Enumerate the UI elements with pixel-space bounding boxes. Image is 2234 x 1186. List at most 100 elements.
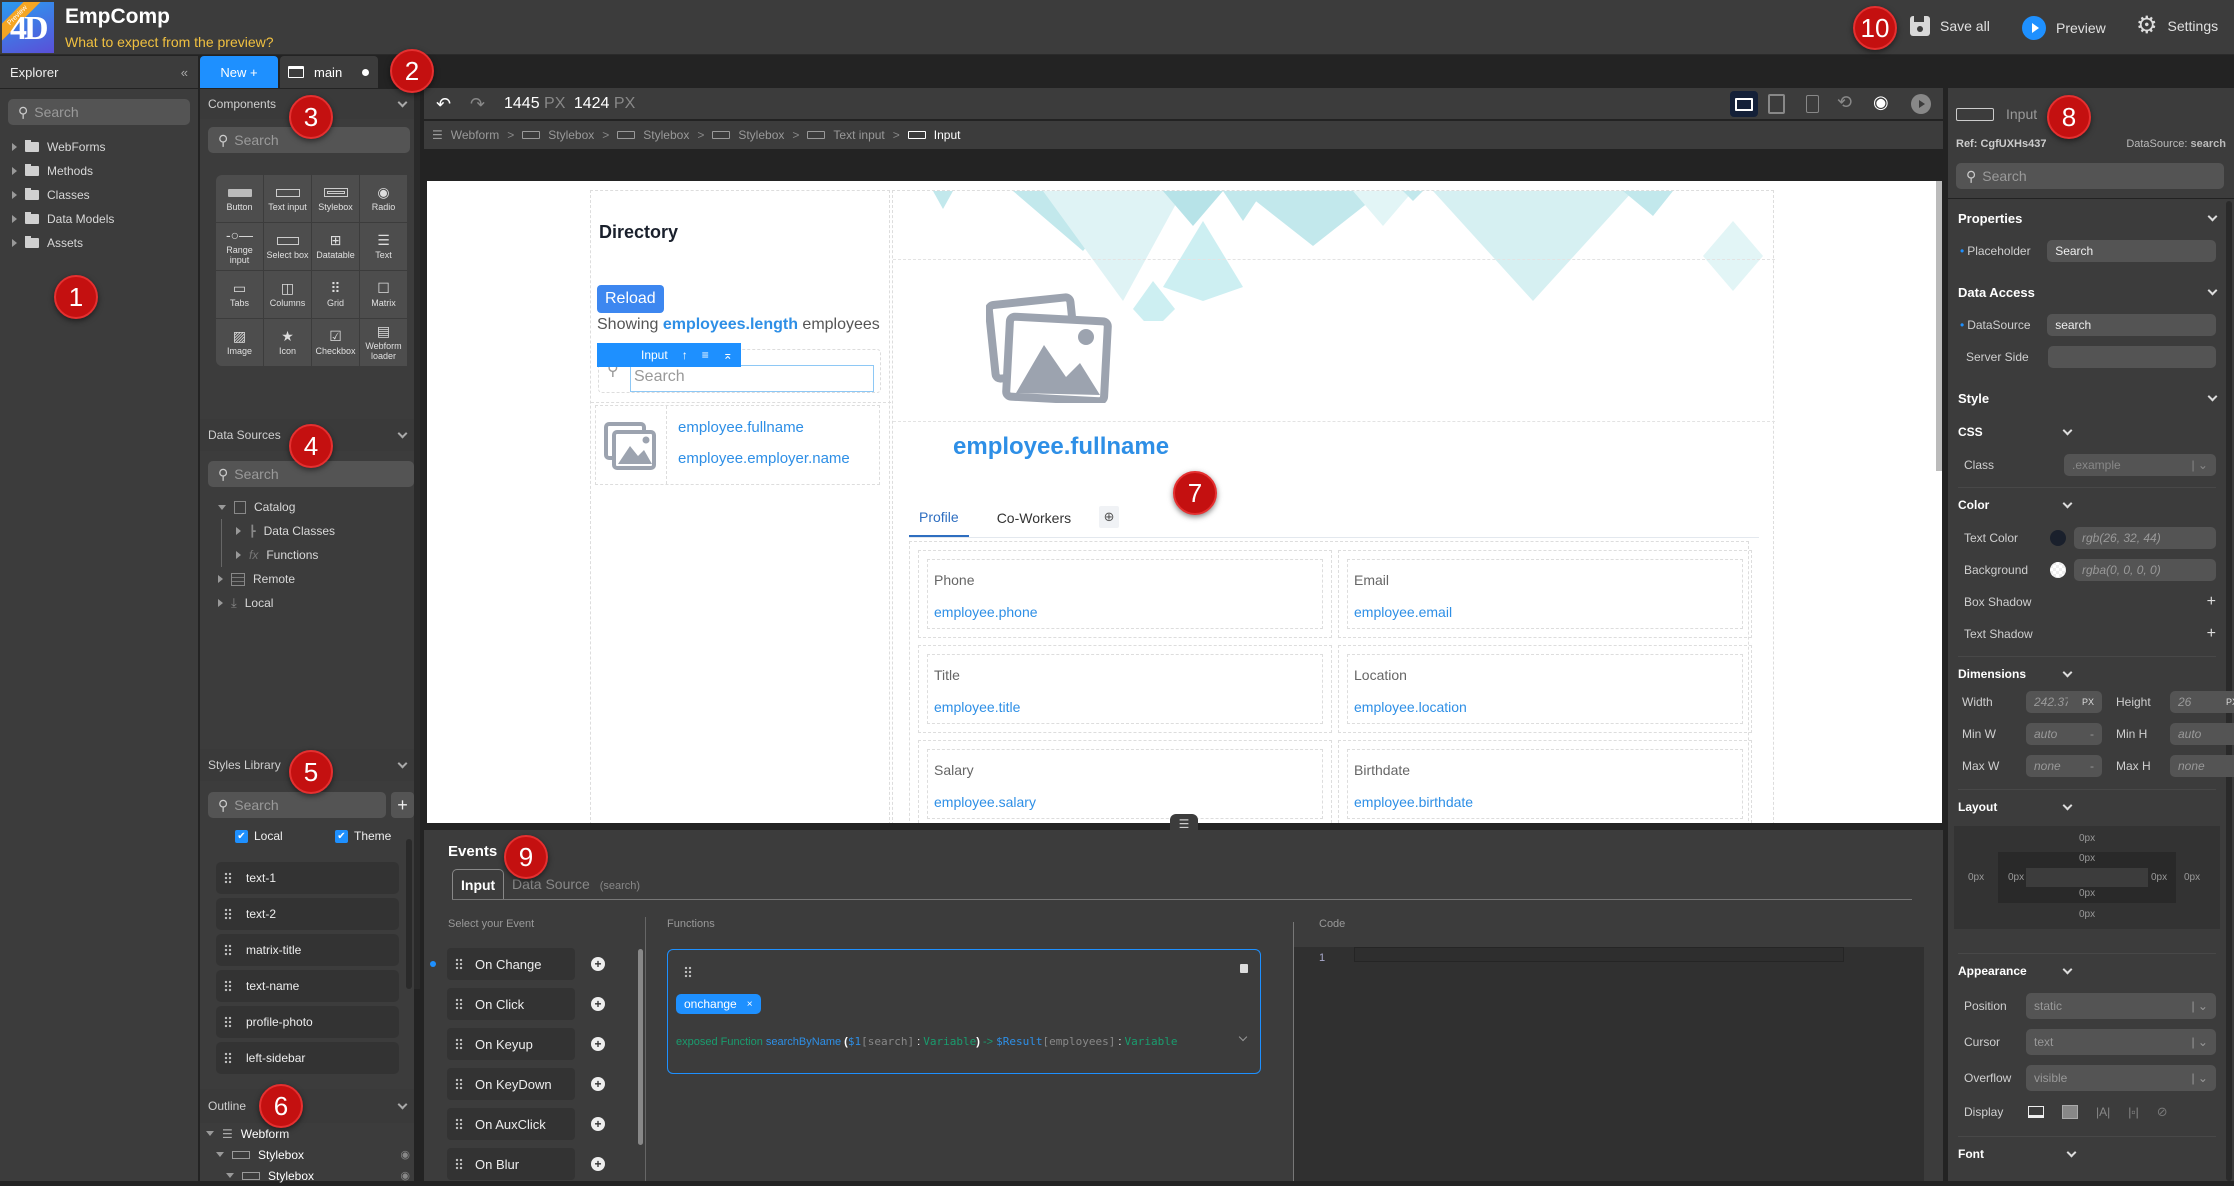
preview-button[interactable]: Preview bbox=[2022, 16, 2106, 40]
add-box-shadow-icon[interactable]: + bbox=[2207, 593, 2216, 611]
component-stylebox[interactable]: Stylebox bbox=[312, 175, 359, 222]
data-source-data-classes[interactable]: ┣ Data Classes bbox=[221, 519, 335, 543]
explorer-item-methods[interactable]: Methods bbox=[12, 159, 198, 183]
field-card-title[interactable]: Title employee.title bbox=[918, 645, 1332, 733]
datasource-field[interactable]: search bbox=[2047, 314, 2216, 336]
drag-handle-icon[interactable] bbox=[224, 980, 232, 992]
min-width-field[interactable]: auto - bbox=[2026, 723, 2102, 745]
max-width-field[interactable]: none - bbox=[2026, 755, 2102, 777]
server-side-field[interactable] bbox=[2048, 346, 2216, 368]
width-field[interactable]: 242.37 PX bbox=[2026, 691, 2102, 713]
style-item[interactable]: left-sidebar bbox=[216, 1042, 399, 1074]
code-editor[interactable]: 1 bbox=[1294, 947, 1924, 1181]
cursor-select[interactable]: text | ⌄ bbox=[2026, 1029, 2216, 1055]
field-card-salary[interactable]: Salary employee.salary bbox=[918, 740, 1332, 823]
eye-icon[interactable]: ◉ bbox=[400, 1148, 410, 1161]
subsection-css[interactable]: CSS bbox=[1948, 415, 2226, 449]
event-item[interactable]: On Blur bbox=[447, 1148, 575, 1180]
events-tab-datasource[interactable]: Data Source (search) bbox=[512, 876, 640, 892]
explorer-item-assets[interactable]: Assets bbox=[12, 231, 198, 255]
subsection-appearance[interactable]: Appearance bbox=[1948, 954, 2226, 988]
trash-icon[interactable] bbox=[1240, 964, 1248, 973]
mobile-view-icon[interactable] bbox=[1806, 95, 1819, 113]
event-item[interactable]: On Click bbox=[447, 988, 575, 1020]
max-height-field[interactable]: none- bbox=[2170, 755, 2234, 777]
explorer-item-classes[interactable]: Classes bbox=[12, 183, 198, 207]
section-properties[interactable]: Properties bbox=[1948, 201, 2226, 235]
drag-handle-icon[interactable] bbox=[455, 1158, 463, 1170]
tab-profile[interactable]: Profile bbox=[909, 509, 969, 537]
select-parent-icon[interactable]: ↑ bbox=[682, 348, 688, 362]
style-item[interactable]: text-name bbox=[216, 970, 399, 1002]
margin-right-value[interactable]: 0px bbox=[2184, 872, 2200, 883]
padding-top-value[interactable]: 0px bbox=[2079, 853, 2095, 864]
event-item[interactable]: On AuxClick bbox=[447, 1108, 575, 1140]
drag-handle-icon[interactable] bbox=[455, 998, 463, 1010]
undo-icon[interactable]: ↶ bbox=[436, 94, 451, 115]
drag-handle-icon[interactable] bbox=[224, 1052, 232, 1064]
redo-icon[interactable]: ↷ bbox=[470, 94, 485, 115]
display-flex-icon[interactable] bbox=[2062, 1105, 2078, 1119]
function-card[interactable]: onchange × exposed Function searchByName… bbox=[667, 949, 1261, 1074]
employee-list-item[interactable]: employee.fullname employee.employer.name bbox=[595, 405, 880, 485]
events-scrollbar[interactable] bbox=[638, 949, 643, 1145]
run-icon[interactable] bbox=[1911, 94, 1931, 114]
breadcrumb-item[interactable]: Input bbox=[934, 128, 961, 142]
eye-icon[interactable]: ◉ bbox=[400, 1169, 410, 1182]
background-color-swatch[interactable] bbox=[2050, 562, 2066, 578]
component-range-input[interactable]: -○— Range input bbox=[216, 223, 263, 270]
style-item[interactable]: text-1 bbox=[216, 862, 399, 894]
tablet-view-icon[interactable] bbox=[1768, 94, 1785, 114]
tools-scrollbar[interactable] bbox=[414, 89, 420, 989]
event-item[interactable]: On KeyDown bbox=[447, 1068, 575, 1100]
reload-button[interactable]: Reload bbox=[597, 285, 664, 313]
data-source-catalog[interactable]: Catalog bbox=[218, 495, 335, 519]
explorer-item-webforms[interactable]: WebForms bbox=[12, 135, 198, 159]
component-webform-loader[interactable]: ▤ Webform loader bbox=[360, 319, 407, 366]
add-text-shadow-icon[interactable]: + bbox=[2207, 625, 2216, 643]
component-checkbox[interactable]: ☑ Checkbox bbox=[312, 319, 359, 366]
delete-icon[interactable]: ⌅ bbox=[723, 348, 733, 362]
component-tabs[interactable]: ▭ Tabs bbox=[216, 271, 263, 318]
canvas-scrollbar[interactable] bbox=[1936, 181, 1942, 471]
subsection-layout[interactable]: Layout bbox=[1948, 790, 2226, 824]
fields-container[interactable]: Phone employee.phone Email employee.email Ti… bbox=[909, 541, 1752, 823]
explorer-search-input[interactable]: ⚲ Search bbox=[8, 99, 190, 125]
add-event-function-icon[interactable]: + bbox=[591, 957, 605, 971]
outline-header[interactable]: Outline bbox=[200, 1089, 414, 1123]
background-field[interactable]: rgba(0, 0, 0, 0) bbox=[2074, 559, 2216, 581]
display-inline-icon[interactable]: |A| bbox=[2096, 1105, 2110, 1119]
padding-bottom-value[interactable]: 0px bbox=[2079, 888, 2095, 899]
style-item[interactable]: text-2 bbox=[216, 898, 399, 930]
remove-tag-icon[interactable]: × bbox=[747, 999, 753, 1010]
component-datatable[interactable]: ⊞ Datatable bbox=[312, 223, 359, 270]
expand-signature-icon[interactable] bbox=[1238, 1032, 1248, 1042]
placeholder-field[interactable]: Search bbox=[2047, 240, 2216, 262]
text-color-swatch[interactable] bbox=[2050, 530, 2066, 546]
display-block-icon[interactable] bbox=[2028, 1106, 2044, 1118]
sig-result-binding[interactable]: [employees] bbox=[1042, 1035, 1115, 1048]
outline-item-stylebox[interactable]: Stylebox ◉ bbox=[206, 1144, 410, 1165]
margin-top-value[interactable]: 0px bbox=[2079, 833, 2095, 844]
breadcrumb-item[interactable]: Stylebox bbox=[738, 128, 784, 142]
add-style-button[interactable]: + bbox=[391, 792, 414, 818]
field-card-email[interactable]: Email employee.email bbox=[1338, 550, 1752, 638]
drag-handle-icon[interactable] bbox=[224, 1016, 232, 1028]
add-event-function-icon[interactable]: + bbox=[591, 1077, 605, 1091]
collapse-explorer-icon[interactable]: « bbox=[181, 65, 188, 80]
padding-right-value[interactable]: 0px bbox=[2151, 872, 2167, 883]
height-field[interactable]: 26 PX bbox=[2170, 691, 2234, 713]
drag-handle-icon[interactable] bbox=[224, 944, 232, 956]
component-columns[interactable]: ◫ Columns bbox=[264, 271, 311, 318]
event-item[interactable]: On Change bbox=[447, 948, 575, 980]
component-image[interactable]: ▨ Image bbox=[216, 319, 263, 366]
data-source-local[interactable]: ⤓ Local bbox=[218, 591, 335, 615]
breadcrumb-item[interactable]: Webform bbox=[451, 128, 499, 142]
component-icon[interactable]: ★ Icon bbox=[264, 319, 311, 366]
duplicate-icon[interactable]: ≡ bbox=[702, 348, 709, 362]
data-source-remote[interactable]: Remote bbox=[218, 567, 335, 591]
rotate-icon[interactable]: ⟲ bbox=[1837, 92, 1852, 113]
section-style[interactable]: Style bbox=[1948, 381, 2226, 415]
new-tab-button[interactable]: New + bbox=[200, 56, 278, 88]
position-select[interactable]: static | ⌄ bbox=[2026, 993, 2216, 1019]
